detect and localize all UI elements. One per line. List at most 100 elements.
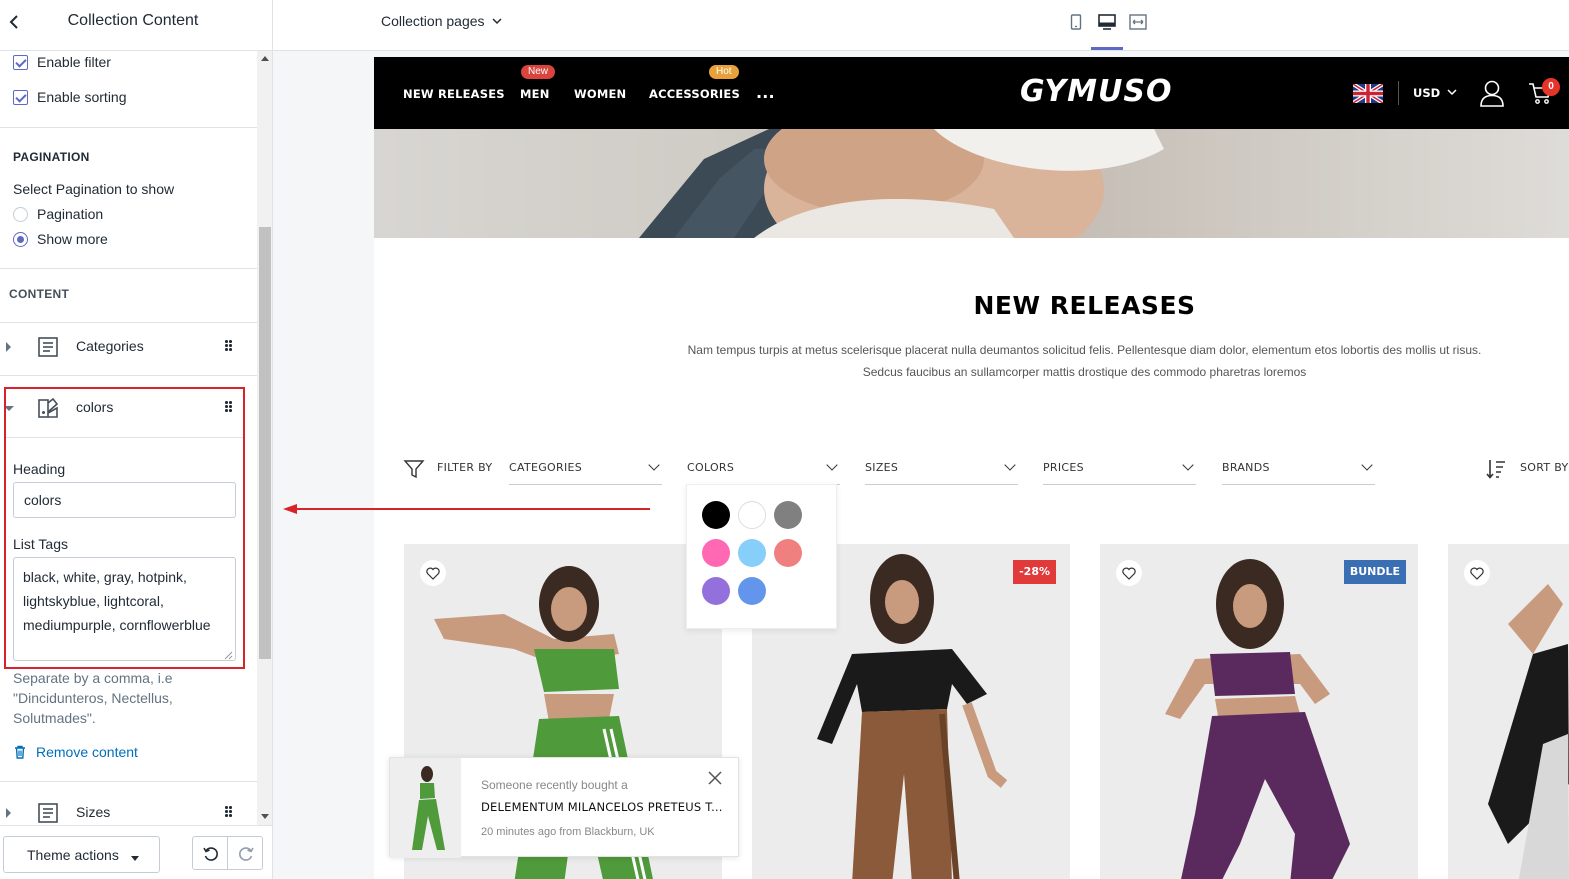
trash-icon — [15, 745, 25, 759]
cart-count-badge: 0 — [1542, 78, 1560, 96]
text-block-icon — [38, 337, 58, 357]
active-device-indicator — [1091, 47, 1123, 50]
scrollbar-thumb[interactable] — [259, 227, 271, 659]
nav-more[interactable]: ... — [756, 83, 775, 102]
radio-show-more[interactable]: Show more — [13, 231, 108, 247]
filter-sizes-dropdown[interactable]: SIZES — [865, 459, 1018, 485]
chevron-down-icon — [826, 459, 838, 471]
content-block-sizes[interactable]: Sizes — [0, 789, 257, 825]
filter-colors-label: COLORS — [687, 461, 735, 474]
color-swatch-gray[interactable] — [774, 501, 802, 529]
editor-topbar: Collection pages — [273, 0, 1569, 51]
sort-icon[interactable] — [1485, 458, 1507, 480]
product-card[interactable] — [1448, 544, 1569, 879]
color-swatch-cornflowerblue[interactable] — [738, 577, 766, 605]
theme-actions-label: Theme actions — [27, 847, 119, 863]
fullwidth-icon[interactable] — [1128, 12, 1148, 32]
filter-brands-dropdown[interactable]: BRANDS — [1222, 459, 1375, 485]
wishlist-button[interactable] — [1464, 560, 1490, 586]
product-image — [1100, 544, 1418, 879]
toast-product-thumbnail — [390, 758, 461, 858]
color-swatch-lightcoral[interactable] — [774, 539, 802, 567]
sidebar-scrollbar[interactable] — [257, 51, 272, 825]
nav-badge-hot: Hot — [709, 65, 739, 79]
filter-prices-label: PRICES — [1043, 461, 1084, 474]
color-swatch-white[interactable] — [738, 501, 766, 529]
filter-brands-label: BRANDS — [1222, 461, 1270, 474]
banner-illustration — [639, 129, 1164, 238]
thumbnail-image — [390, 758, 461, 858]
undo-icon — [203, 847, 218, 861]
color-swatch-mediumpurple[interactable] — [702, 577, 730, 605]
radio-pagination[interactable]: Pagination — [13, 206, 103, 222]
mobile-icon[interactable] — [1066, 12, 1086, 32]
collection-title: NEW RELEASES — [973, 291, 1196, 320]
currency-selector[interactable]: USD — [1413, 86, 1440, 100]
sidebar-title: Collection Content — [67, 12, 199, 29]
nav-women[interactable]: WOMEN — [574, 87, 626, 101]
bundle-tag: BUNDLE — [1343, 560, 1406, 584]
recent-purchase-toast[interactable]: Someone recently bought a DELEMENTUM MIL… — [389, 757, 739, 858]
remove-content-label: Remove content — [36, 744, 138, 760]
highlight-box — [4, 387, 245, 669]
wishlist-button[interactable] — [420, 560, 446, 586]
heart-icon — [1122, 567, 1136, 580]
chevron-down-icon — [1182, 459, 1194, 471]
radio-selected-icon — [13, 231, 28, 247]
chevron-down-icon — [648, 459, 660, 471]
redo-icon — [239, 847, 254, 861]
product-card[interactable]: BUNDLE — [1100, 544, 1418, 879]
annotation-arrow — [283, 504, 650, 514]
filter-by-label: FILTER BY — [437, 461, 493, 474]
theme-actions-button[interactable]: Theme actions — [3, 836, 160, 873]
divider — [0, 781, 257, 782]
uk-flag-icon[interactable] — [1353, 84, 1383, 103]
color-swatch-black[interactable] — [702, 501, 730, 529]
nav-men[interactable]: MEN — [520, 87, 550, 101]
expand-caret-icon[interactable] — [6, 342, 11, 352]
filter-prices-dropdown[interactable]: PRICES — [1043, 459, 1196, 485]
user-account-icon[interactable] — [1479, 79, 1505, 107]
toast-product-name[interactable]: DELEMENTUM MILANCELOS PRETEUS T... — [481, 800, 723, 814]
drag-handle-icon[interactable] — [225, 806, 233, 818]
page-type-dropdown[interactable]: Collection pages — [381, 13, 502, 29]
color-swatch-lightskyblue[interactable] — [738, 539, 766, 567]
divider — [0, 375, 257, 376]
scroll-down-arrow-icon[interactable] — [261, 814, 269, 819]
sort-by-label[interactable]: SORT BY — [1520, 461, 1568, 474]
close-icon[interactable] — [708, 771, 722, 785]
wishlist-button[interactable] — [1116, 560, 1142, 586]
content-block-categories[interactable]: Categories — [0, 323, 257, 371]
caret-down-icon — [131, 856, 139, 861]
scroll-up-arrow-icon[interactable] — [261, 56, 269, 61]
filter-categories-dropdown[interactable]: CATEGORIES — [509, 459, 662, 485]
color-swatch-hotpink[interactable] — [702, 539, 730, 567]
nav-new-releases[interactable]: NEW RELEASES — [403, 87, 505, 101]
enable-sorting-checkbox[interactable]: Enable sorting — [13, 88, 127, 106]
collection-description-line1: Nam tempus turpis at metus scelerisque p… — [687, 343, 1482, 357]
enable-filter-checkbox[interactable]: Enable filter — [13, 53, 111, 71]
desktop-icon[interactable] — [1097, 12, 1117, 32]
redo-button[interactable] — [227, 836, 263, 870]
enable-filter-label: Enable filter — [37, 54, 111, 70]
drag-handle-icon[interactable] — [225, 340, 233, 352]
filter-colors-dropdown[interactable]: COLORS — [687, 459, 840, 485]
collection-description-line2: Sedcus faucibus an sullamcorper mattis d… — [862, 365, 1307, 379]
filter-categories-label: CATEGORIES — [509, 461, 583, 474]
divider — [0, 127, 257, 128]
nav-accessories[interactable]: ACCESSORIES — [649, 87, 740, 101]
undo-button[interactable] — [192, 836, 228, 870]
page-type-label: Collection pages — [381, 13, 485, 29]
heart-icon — [426, 567, 440, 580]
filter-sizes-label: SIZES — [865, 461, 899, 474]
content-heading: CONTENT — [9, 287, 70, 301]
pagination-heading: PAGINATION — [13, 150, 90, 164]
storefront-preview: NEW RELEASES MEN New WOMEN ACCESSORIES H… — [374, 57, 1569, 879]
store-logo[interactable]: GYMUSO — [1020, 74, 1172, 109]
expand-caret-icon[interactable] — [6, 808, 11, 818]
store-header: NEW RELEASES MEN New WOMEN ACCESSORIES H… — [374, 57, 1569, 129]
toast-intro-text: Someone recently bought a — [481, 778, 628, 792]
discount-tag: -28% — [1013, 560, 1056, 584]
pagination-select-label: Select Pagination to show — [13, 181, 175, 197]
remove-content-link[interactable]: Remove content — [13, 744, 138, 760]
